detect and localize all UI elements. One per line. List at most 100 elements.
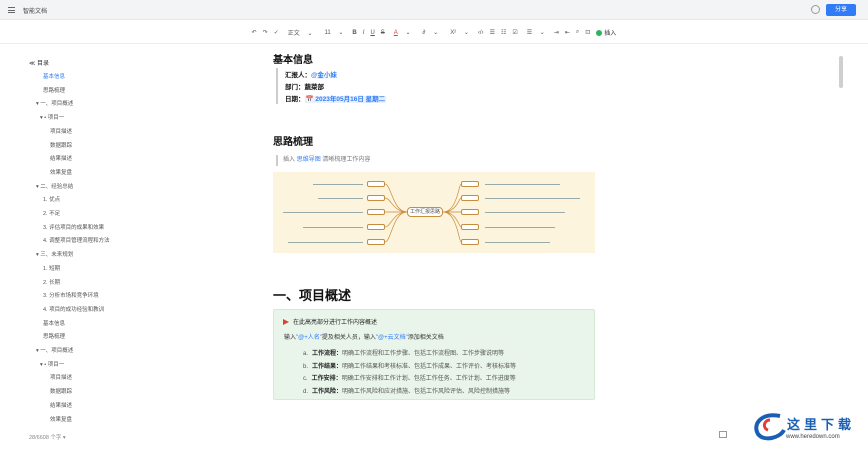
mindmap-tip: 插入 思维导图 清晰梳理工作内容 <box>276 155 370 166</box>
list-item-label: 工作结果： <box>312 363 343 370</box>
dept-label: 部门： <box>285 84 305 91</box>
format-painter-icon[interactable]: ✓ <box>274 29 279 36</box>
toc-item[interactable]: ▾ 三、未来规划 <box>36 250 73 258</box>
callout-title: 在此高亮部分进行工作内容概述 <box>283 317 377 326</box>
word-count[interactable]: 28/6608 个字 ▾ <box>29 433 66 441</box>
mindmap-leaf <box>303 227 363 228</box>
mindmap-node <box>461 195 479 201</box>
toc-item[interactable]: 结果描述 <box>50 154 72 162</box>
share-button[interactable]: 分享 <box>826 4 856 16</box>
checkbox-icon[interactable]: ☑ <box>512 29 517 36</box>
reporter-line: 汇报人：@金小妹 <box>285 69 337 79</box>
code-icon[interactable]: ‹/› <box>478 30 484 36</box>
mindmap-node <box>367 224 385 230</box>
chevron-down-icon: ⌄ <box>463 30 469 36</box>
toc-item[interactable]: 4. 调整项目管理流程和方法 <box>43 236 110 244</box>
toc-item[interactable]: 思路梳理 <box>43 86 65 94</box>
mention-doc-hint: "@+云文档" <box>375 335 408 341</box>
list-marker: d. <box>303 388 309 395</box>
italic-button[interactable]: I <box>363 30 365 36</box>
toc-item[interactable]: ▾ 二、经验总结 <box>36 182 73 190</box>
superscript-icon: X² <box>450 30 457 36</box>
toc-item[interactable]: 项目描述 <box>50 373 72 381</box>
callout-title-text: 在此高亮部分进行工作内容概述 <box>293 320 378 326</box>
toc-item[interactable]: 基本信息 <box>43 319 65 327</box>
paragraph-style-dropdown[interactable]: 正文 ⌄ <box>285 28 316 37</box>
bullet-list-icon[interactable]: ☰ <box>490 29 495 36</box>
mindmap-node <box>461 239 479 245</box>
mindmap-leaf <box>283 212 363 213</box>
mindmap-leaf <box>485 242 550 243</box>
mindmap-center-node: 工作汇报思路 <box>407 207 443 217</box>
list-marker: c. <box>303 376 308 382</box>
toc-item[interactable]: 效果复盘 <box>50 168 72 176</box>
highlight-button[interactable]: ∂ ⌄ <box>420 29 442 36</box>
font-size-dropdown[interactable]: 11 ⌄ <box>321 29 346 36</box>
toc-item[interactable]: 4. 项目的成功经验和教训 <box>43 305 104 313</box>
highlight-icon: ∂ <box>422 30 426 36</box>
underline-button[interactable]: U <box>370 30 374 36</box>
indent-icon[interactable]: ⇥ <box>554 29 559 36</box>
tip-prefix: 插入 <box>283 157 296 163</box>
mindmap-leaf <box>485 227 555 228</box>
mindmap-leaf <box>485 198 580 199</box>
callout-list-item: d. 工作风险：明确工作风险和应对措施、包括工作风险评估、风险控制措施等 <box>303 386 510 395</box>
toc-item[interactable]: 3. 评估项目的成果和效果 <box>43 223 104 231</box>
toc-item[interactable]: 1. 短期 <box>43 264 60 272</box>
insert-button[interactable]: 插入 <box>596 28 616 37</box>
mindmap-leaf <box>313 184 363 185</box>
toc-item[interactable]: 效果复盘 <box>50 415 72 423</box>
toc-item[interactable]: 3. 分析市场和竞争环境 <box>43 291 99 299</box>
toc-item[interactable]: 2. 不足 <box>43 209 60 217</box>
title-bar: 智能文档 分享 <box>0 0 868 20</box>
undo-icon[interactable]: ↶ <box>252 29 257 36</box>
numbered-list-icon[interactable]: ☷ <box>501 29 506 36</box>
toc-item[interactable]: 数据跟踪 <box>50 387 72 395</box>
superscript-button[interactable]: X² ⌄ <box>447 29 472 36</box>
font-color-button[interactable]: A ⌄ <box>391 29 414 36</box>
font-color-icon: A <box>393 30 398 36</box>
toc-item[interactable]: 结果描述 <box>50 401 72 409</box>
mindmap-node <box>461 181 479 187</box>
watermark-url: www.heredown.com <box>786 434 840 440</box>
reporter-mention[interactable]: @金小妹 <box>311 72 337 79</box>
bold-button[interactable]: B <box>352 30 356 36</box>
toc-item[interactable]: ▾ 一、项目概述 <box>36 346 73 354</box>
redo-icon[interactable]: ↷ <box>263 29 268 36</box>
comment-icon[interactable]: ⊡ <box>585 29 590 36</box>
list-item-text: 明确工作流程和工作步骤、包括工作流程图、工作步骤说明等 <box>342 351 505 357</box>
strikethrough-button[interactable]: S <box>381 30 385 36</box>
search-icon[interactable]: ⌕ <box>576 29 579 36</box>
list-item-label: 工作风险： <box>312 388 343 395</box>
menu-icon[interactable] <box>8 7 15 13</box>
toc-item[interactable]: 2. 长期 <box>43 278 60 286</box>
mindmap-block[interactable]: 工作汇报思路 <box>273 172 595 253</box>
toc-item[interactable]: 思路梳理 <box>43 332 65 340</box>
mindmap-link[interactable]: 思维导图 <box>297 157 321 163</box>
align-dropdown[interactable]: ☰ ⌄ <box>524 29 548 36</box>
toc-item[interactable]: 基本信息 <box>43 72 65 80</box>
mindmap-node <box>461 224 479 230</box>
toc-item[interactable]: 1. 优点 <box>43 195 60 203</box>
highlight-callout[interactable]: 在此高亮部分进行工作内容概述 输入"@+人名"提及相关人员，输入"@+云文档"添… <box>273 309 595 400</box>
toc-heading[interactable]: ≪ 目录 <box>29 58 49 67</box>
settings-icon[interactable] <box>811 5 820 14</box>
layout-icon[interactable] <box>719 431 727 438</box>
toc-item[interactable]: 项目描述 <box>50 127 72 135</box>
watermark-text: 这里下载 <box>787 418 856 433</box>
toc-item[interactable]: 数据跟踪 <box>50 141 72 149</box>
list-item-text: 明确工作结果和考核标准、包括工作成果、工作评价、考核标准等 <box>342 363 517 370</box>
chevron-down-icon: ⌄ <box>433 30 439 36</box>
mindmap-node <box>367 181 385 187</box>
outdent-icon[interactable]: ⇤ <box>565 29 570 36</box>
toc-item[interactable]: ▾ 一、项目概述 <box>36 99 73 107</box>
align-icon: ☰ <box>526 30 533 36</box>
mindmap-node <box>367 209 385 215</box>
date-chip[interactable]: 📅 2023年05月16日 星期二 <box>304 96 387 103</box>
chevron-down-icon: ⌄ <box>539 30 545 36</box>
paragraph-style-label: 正文 <box>287 31 300 37</box>
dept-value: 蔬菜部 <box>304 84 325 91</box>
scrollbar[interactable] <box>839 56 843 88</box>
toc-item[interactable]: ▾ • 项目一 <box>40 113 64 121</box>
toc-item[interactable]: ▾ • 项目一 <box>40 360 64 368</box>
